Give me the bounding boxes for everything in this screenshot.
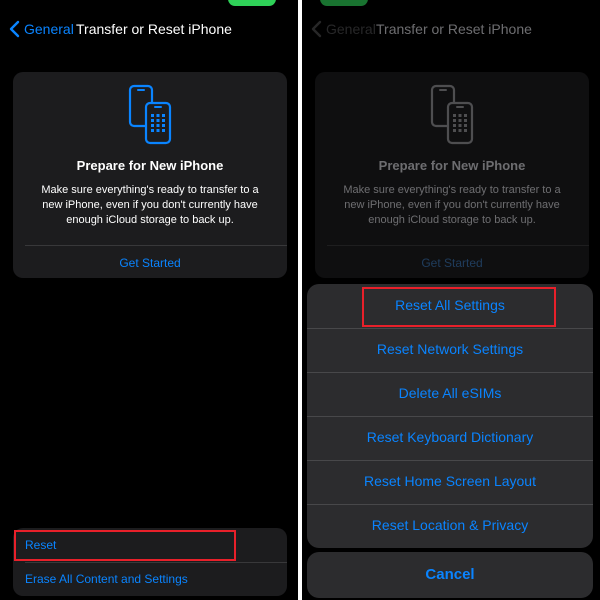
left-screen: General Transfer or Reset iPhone Prepare…	[0, 0, 298, 600]
highlight-box	[362, 287, 556, 327]
right-screen: General Transfer or Reset iPhone Prepare…	[302, 0, 600, 600]
chevron-left-icon	[9, 20, 20, 38]
reset-location-privacy-button[interactable]: Reset Location & Privacy	[307, 504, 593, 547]
back-button[interactable]: General	[8, 20, 74, 38]
erase-all-button[interactable]: Erase All Content and Settings	[25, 572, 188, 586]
divider	[25, 562, 287, 563]
delete-all-esims-button[interactable]: Delete All eSIMs	[307, 372, 593, 415]
divider	[25, 245, 287, 246]
navigation-bar: General Transfer or Reset iPhone	[0, 0, 298, 58]
reset-home-screen-layout-button[interactable]: Reset Home Screen Layout	[307, 460, 593, 503]
card-title: Prepare for New iPhone	[76, 158, 224, 173]
highlight-box	[14, 530, 236, 561]
reset-keyboard-dictionary-button[interactable]: Reset Keyboard Dictionary	[307, 416, 593, 459]
get-started-button[interactable]: Get Started	[13, 256, 287, 270]
prepare-card: Prepare for New iPhone Make sure everyth…	[13, 72, 287, 278]
two-phones-icon	[128, 84, 172, 145]
page-title: Transfer or Reset iPhone	[76, 21, 232, 37]
cancel-button[interactable]: Cancel	[307, 552, 593, 598]
card-description: Make sure everything's ready to transfer…	[41, 184, 259, 226]
reset-network-settings-button[interactable]: Reset Network Settings	[307, 328, 593, 371]
back-label: General	[24, 21, 74, 37]
